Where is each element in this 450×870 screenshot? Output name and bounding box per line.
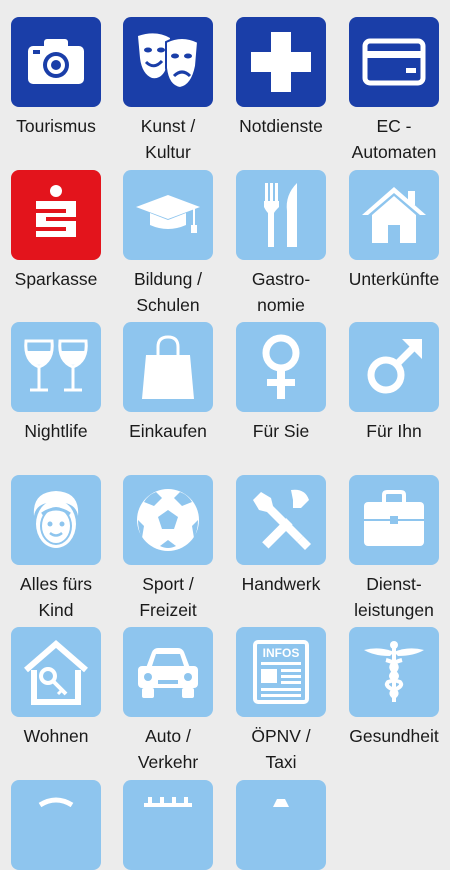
tile-sport-freizeit[interactable]: Sport / Freizeit <box>112 475 224 623</box>
tile-fuer-sie[interactable]: Für Sie <box>225 322 337 444</box>
tile-icon-box <box>349 475 439 565</box>
tile-label: Tourismus <box>16 116 96 136</box>
house-icon <box>362 187 426 243</box>
tile-icon-box <box>11 322 101 412</box>
tile-bildung-schulen[interactable]: Bildung / Schulen <box>112 170 224 318</box>
tile-alles-fuers-kind[interactable]: Alles fürs Kind <box>0 475 112 623</box>
partial-icon <box>38 797 74 808</box>
soccer-ball-icon <box>137 489 199 551</box>
tile-fuer-ihn[interactable]: Für Ihn <box>338 322 450 444</box>
tile-ec-automaten[interactable]: EC - Automaten <box>338 17 450 165</box>
tile-kunst-kultur[interactable]: Kunst / Kultur <box>112 17 224 165</box>
caduceus-icon <box>364 641 424 702</box>
fork-knife-icon <box>264 183 297 247</box>
tile-icon-box <box>11 627 101 717</box>
graduation-cap-icon <box>136 195 200 233</box>
tile-dienstleistungen[interactable]: Dienst- leistungen <box>338 475 450 623</box>
wine-glasses-icon <box>24 339 88 392</box>
car-icon <box>138 648 198 698</box>
tile-gastronomie[interactable]: Gastro- nomie <box>225 170 337 318</box>
wrench-screwdriver-icon <box>253 489 311 550</box>
tile-tourismus[interactable]: Tourismus <box>0 17 112 139</box>
tile-icon-box <box>11 170 101 260</box>
theater-masks-icon <box>138 33 200 90</box>
infos-board-icon: INFOS <box>253 640 309 704</box>
tile-unterkuenfte[interactable]: Unterkünfte <box>338 170 450 292</box>
tile-label: Auto / Verkehr <box>137 726 199 772</box>
tile-icon-box <box>11 475 101 565</box>
tile-icon-box <box>236 780 326 870</box>
tile-icon-box <box>123 475 213 565</box>
tile-handwerk[interactable]: Handwerk <box>225 475 337 597</box>
tile-gesundheit[interactable]: Gesundheit <box>338 627 450 749</box>
category-grid: Tourismus Kunst / Kultur Notdienste EC -… <box>0 0 450 870</box>
tile-icon-box <box>123 627 213 717</box>
tile-icon-box <box>236 17 326 107</box>
house-key-icon <box>24 640 88 705</box>
tile-label: Gastro- nomie <box>251 269 311 315</box>
partial-icon <box>273 799 289 807</box>
medical-cross-icon <box>251 32 311 92</box>
tile-label: Sparkasse <box>14 269 98 289</box>
tile-label: Sport / Freizeit <box>139 574 197 620</box>
sparkasse-logo-icon <box>36 185 76 237</box>
tile-sparkasse[interactable]: Sparkasse <box>0 170 112 292</box>
tile-auto-verkehr[interactable]: Auto / Verkehr <box>112 627 224 775</box>
tile-icon-box <box>123 170 213 260</box>
child-face-icon <box>33 491 79 548</box>
shopping-bag-icon <box>142 335 194 399</box>
tile-icon-box <box>236 475 326 565</box>
tile-partial-3[interactable] <box>225 780 337 870</box>
tile-icon-box <box>349 170 439 260</box>
infos-text: INFOS <box>263 646 300 660</box>
tile-label: ÖPNV / Taxi <box>251 726 311 772</box>
tile-label: EC - Automaten <box>351 116 437 162</box>
tile-icon-box: INFOS <box>236 627 326 717</box>
tile-icon-box <box>123 322 213 412</box>
female-symbol-icon <box>262 334 300 399</box>
camera-icon <box>28 39 84 84</box>
tile-label: Handwerk <box>241 574 321 594</box>
tile-label: Bildung / Schulen <box>133 269 203 315</box>
tile-partial-2[interactable] <box>112 780 224 870</box>
male-symbol-icon <box>367 339 422 394</box>
tile-notdienste[interactable]: Notdienste <box>225 17 337 139</box>
tile-icon-box <box>349 17 439 107</box>
tile-label: Wohnen <box>23 726 89 746</box>
tile-label: Alles fürs Kind <box>20 574 92 620</box>
tile-label: Einkaufen <box>129 421 207 441</box>
tile-label: Kunst / Kultur <box>140 116 196 162</box>
tile-icon-box <box>11 780 101 870</box>
briefcase-icon <box>364 490 424 546</box>
tile-icon-box <box>11 17 101 107</box>
tile-oepnv-taxi[interactable]: INFOS ÖPNV / Taxi <box>225 627 337 775</box>
tile-icon-box <box>236 322 326 412</box>
tile-label: Für Ihn <box>366 421 422 441</box>
tile-icon-box <box>123 780 213 870</box>
tile-label: Dienst- leistungen <box>354 574 434 620</box>
credit-card-icon <box>362 38 426 86</box>
tile-label: Gesundheit <box>349 726 439 746</box>
tile-icon-box <box>349 322 439 412</box>
tile-label: Notdienste <box>239 116 323 136</box>
tile-einkaufen[interactable]: Einkaufen <box>112 322 224 444</box>
tile-icon-box <box>123 17 213 107</box>
partial-icon <box>144 797 192 807</box>
tile-label: Unterkünfte <box>348 269 440 289</box>
tile-partial-1[interactable] <box>0 780 112 870</box>
tile-nightlife[interactable]: Nightlife <box>0 322 112 444</box>
tile-label: Nightlife <box>24 421 88 441</box>
tile-icon-box <box>236 170 326 260</box>
tile-wohnen[interactable]: Wohnen <box>0 627 112 749</box>
tile-label: Für Sie <box>252 421 310 441</box>
tile-icon-box <box>349 627 439 717</box>
